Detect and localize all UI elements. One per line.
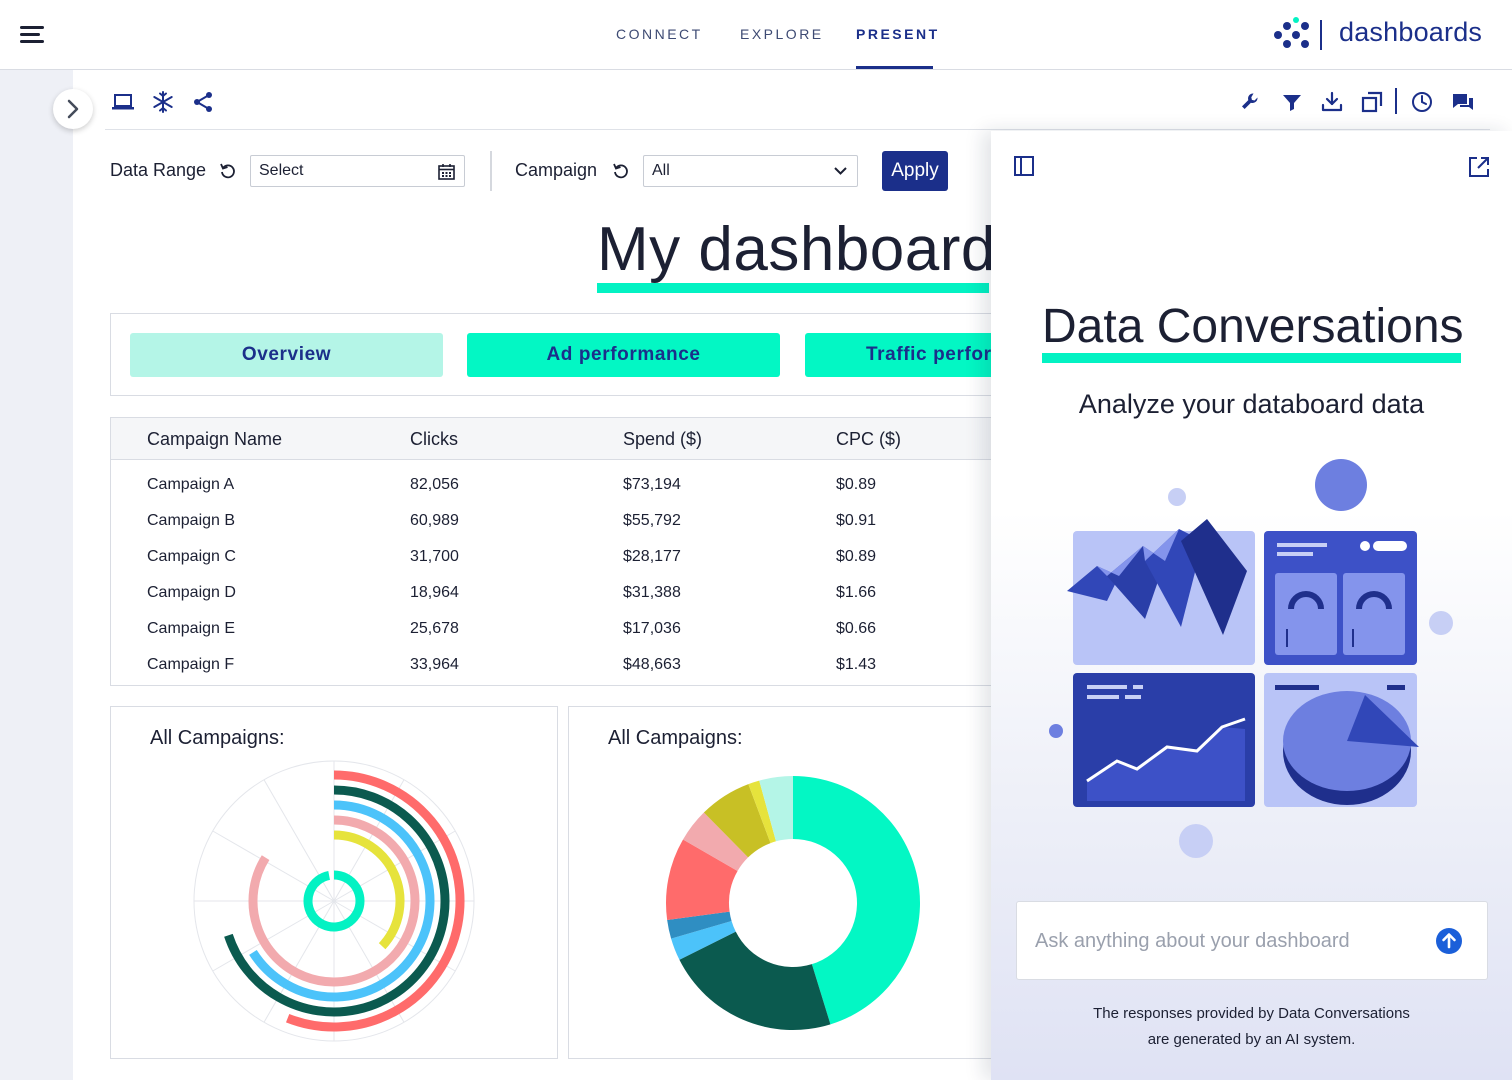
table-cell: Campaign A bbox=[147, 476, 235, 493]
panel-title: Data Conversations bbox=[1042, 300, 1464, 353]
campaign-select-value: All bbox=[652, 162, 670, 179]
campaign-label: Campaign bbox=[515, 160, 598, 180]
table-row[interactable]: Campaign E 25,678 $17,036 $0.66 bbox=[111, 620, 1011, 644]
left-rail bbox=[0, 70, 73, 1080]
panel-title-underline bbox=[1042, 353, 1461, 363]
dashboard-title: My dashboard bbox=[597, 215, 996, 284]
table-cell: $1.66 bbox=[836, 584, 877, 601]
nav-present[interactable]: PRESENT bbox=[856, 26, 940, 42]
disclaimer-line: are generated by an AI system. bbox=[1147, 1031, 1356, 1048]
table-cell: Campaign B bbox=[147, 512, 236, 529]
table-cell: $0.91 bbox=[836, 512, 877, 529]
table-row[interactable]: Campaign D 18,964 $31,388 $1.66 bbox=[111, 584, 1011, 608]
table-row[interactable]: Campaign F 33,964 $48,663 $1.43 bbox=[111, 656, 1011, 680]
clock-icon[interactable] bbox=[1410, 90, 1434, 114]
table-cell: 82,056 bbox=[410, 476, 459, 493]
campaign-select[interactable]: All bbox=[643, 155, 858, 187]
table-cell: Campaign F bbox=[147, 656, 235, 673]
table-cell: Campaign E bbox=[147, 620, 236, 637]
tab-traffic-performance[interactable]: Traffic perfor bbox=[805, 333, 1010, 377]
table-cell: $31,388 bbox=[623, 584, 681, 601]
panel-subtitle: Analyze your databoard data bbox=[1078, 389, 1425, 419]
dashboard-toolbar bbox=[105, 84, 1490, 130]
tab-ad-performance[interactable]: Ad performance bbox=[467, 333, 780, 377]
duplicate-icon[interactable] bbox=[1360, 90, 1384, 114]
laptop-icon[interactable] bbox=[111, 90, 135, 114]
toolbar-separator bbox=[1395, 88, 1397, 114]
brand-logo-icon bbox=[1274, 17, 1309, 48]
disclaimer-line: The responses provided by Data Conversat… bbox=[1093, 1005, 1410, 1022]
radial-bar-chart bbox=[193, 760, 475, 1042]
logo-divider bbox=[1320, 20, 1322, 50]
chart-gridline bbox=[263, 779, 335, 902]
wrench-icon[interactable] bbox=[1239, 90, 1263, 114]
tab-overview[interactable]: Overview bbox=[130, 333, 443, 377]
nav-active-indicator bbox=[856, 66, 933, 69]
open-external-icon[interactable] bbox=[1467, 155, 1491, 179]
brand-name: dashboards bbox=[1339, 17, 1483, 47]
snowflake-icon[interactable] bbox=[151, 90, 175, 114]
chart-gridline bbox=[212, 830, 335, 902]
column-header[interactable]: Clicks bbox=[410, 429, 458, 450]
table-cell: $0.89 bbox=[836, 476, 877, 493]
table-cell: 31,700 bbox=[410, 548, 459, 565]
table-cell: Campaign D bbox=[147, 584, 236, 601]
table-cell: $1.43 bbox=[836, 656, 877, 673]
table-cell: 18,964 bbox=[410, 584, 459, 601]
chevron-down-icon bbox=[834, 167, 847, 175]
table-cell: 25,678 bbox=[410, 620, 459, 637]
pie-chart-card: All Campaigns: bbox=[568, 706, 1010, 1059]
chat-icon[interactable] bbox=[1451, 90, 1475, 114]
top-bar: CONNECT EXPLORE PRESENT dashboards bbox=[0, 0, 1512, 70]
column-header[interactable]: Spend ($) bbox=[623, 429, 702, 450]
share-icon[interactable] bbox=[191, 90, 215, 114]
column-header[interactable]: Campaign Name bbox=[147, 429, 282, 450]
ask-input[interactable] bbox=[1035, 926, 1415, 956]
column-header[interactable]: CPC ($) bbox=[836, 429, 901, 450]
table-cell: 33,964 bbox=[410, 656, 459, 673]
donut-chart bbox=[666, 776, 920, 1030]
calendar-icon bbox=[438, 164, 455, 180]
table-cell: $17,036 bbox=[623, 620, 681, 637]
table-cell: $48,663 bbox=[623, 656, 681, 673]
campaign-table: Campaign Name Clicks Spend ($) CPC ($) C… bbox=[110, 417, 1011, 686]
table-cell: $0.89 bbox=[836, 548, 877, 565]
apply-button[interactable]: Apply bbox=[882, 151, 948, 191]
reset-icon[interactable] bbox=[219, 162, 237, 180]
table-cell: Campaign C bbox=[147, 548, 236, 565]
table-row[interactable]: Campaign B 60,989 $55,792 $0.91 bbox=[111, 512, 1011, 536]
filter-separator bbox=[490, 151, 492, 191]
reset-icon[interactable] bbox=[612, 162, 630, 180]
dashboard-illustration bbox=[1049, 459, 1453, 858]
data-conversations-panel: Data Conversations Analyze your databoar… bbox=[991, 131, 1512, 1080]
filter-icon[interactable] bbox=[1280, 90, 1304, 114]
radial-chart-card: All Campaigns: bbox=[110, 706, 558, 1059]
ai-disclaimer: The responses provided by Data Conversat… bbox=[991, 1001, 1512, 1053]
download-icon[interactable] bbox=[1320, 90, 1344, 114]
chevron-right-icon bbox=[67, 99, 79, 119]
table-row[interactable]: Campaign A 82,056 $73,194 $0.89 bbox=[111, 476, 1011, 500]
ask-box bbox=[1016, 901, 1488, 980]
table-cell: $73,194 bbox=[623, 476, 681, 493]
table-cell: 60,989 bbox=[410, 512, 459, 529]
send-icon[interactable] bbox=[1435, 927, 1463, 955]
table-cell: $55,792 bbox=[623, 512, 681, 529]
table-row[interactable]: Campaign C 31,700 $28,177 $0.89 bbox=[111, 548, 1011, 572]
table-cell: $28,177 bbox=[623, 548, 681, 565]
expand-sidebar-button[interactable] bbox=[53, 89, 93, 129]
date-range-value: Select bbox=[259, 162, 304, 179]
nav-connect[interactable]: CONNECT bbox=[616, 26, 703, 42]
sidebar-toggle-icon[interactable] bbox=[1013, 155, 1035, 177]
nav-explore[interactable]: EXPLORE bbox=[740, 26, 824, 42]
data-range-label: Data Range bbox=[110, 160, 207, 180]
table-cell: $0.66 bbox=[836, 620, 877, 637]
table-header: Campaign Name Clicks Spend ($) CPC ($) bbox=[111, 418, 1011, 460]
date-range-picker[interactable]: Select bbox=[250, 155, 465, 187]
